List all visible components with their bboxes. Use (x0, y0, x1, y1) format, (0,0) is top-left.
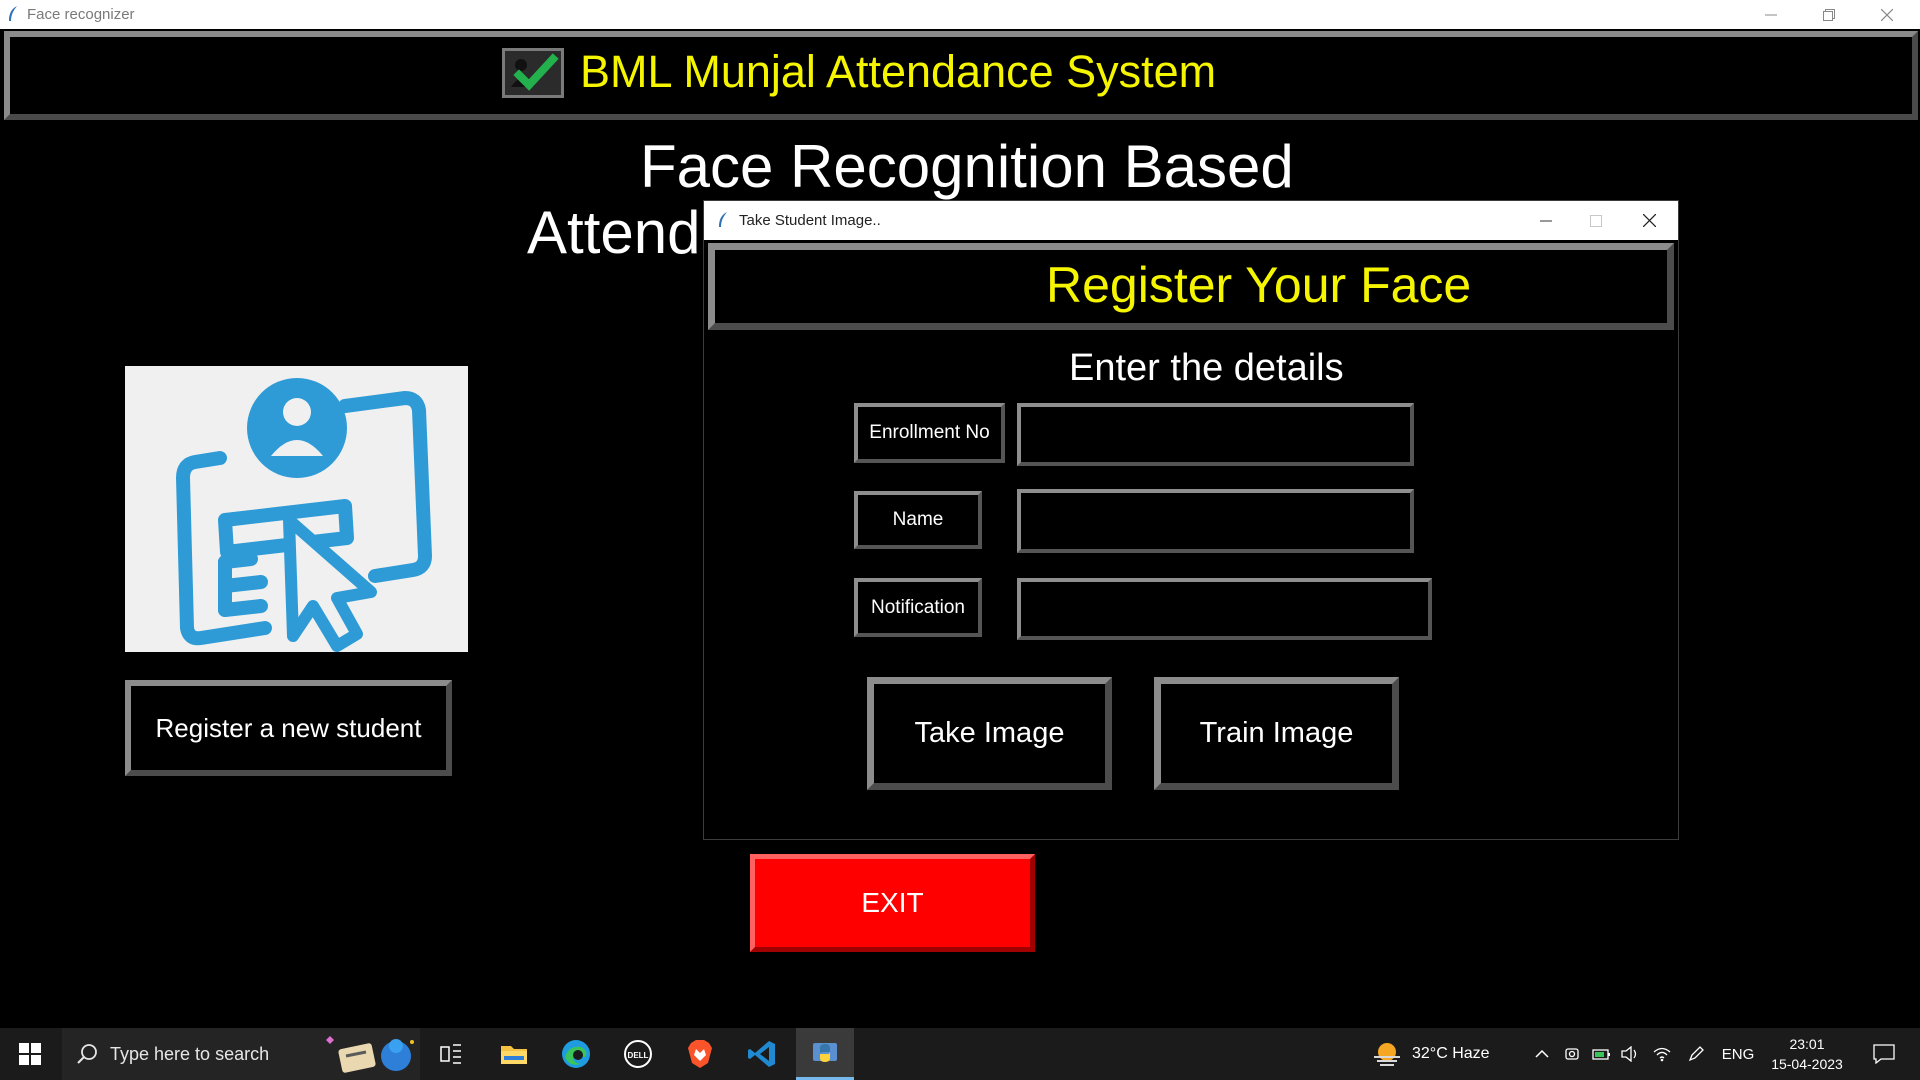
taskbar-edge[interactable] (550, 1028, 602, 1080)
taskbar-dell[interactable]: DELL (612, 1028, 664, 1080)
wifi-icon (1653, 1047, 1671, 1062)
minimize-button[interactable] (1742, 0, 1800, 29)
start-button[interactable] (0, 1028, 60, 1080)
feather-icon (9, 6, 17, 21)
battery-icon (1592, 1049, 1610, 1060)
clock-time: 23:01 (1789, 1036, 1825, 1052)
language-text: ENG (1721, 1045, 1755, 1063)
register-new-student-button[interactable]: Register a new student (125, 680, 452, 776)
show-hidden-icons-button[interactable] (1528, 1028, 1556, 1080)
taskbar-python-app[interactable] (796, 1028, 854, 1080)
taskbar-search-box[interactable]: Type here to search (62, 1028, 420, 1080)
search-placeholder: Type here to search (110, 1043, 270, 1064)
tray-battery[interactable] (1588, 1028, 1616, 1080)
brave-icon (688, 1040, 712, 1068)
haze-weather-icon (1374, 1043, 1400, 1066)
tray-pen[interactable] (1682, 1028, 1710, 1080)
windows-icon (19, 1043, 41, 1065)
search-highlight-icon (326, 1036, 414, 1073)
notification-field[interactable] (1017, 578, 1432, 640)
volume-icon (1621, 1046, 1637, 1062)
weather-text: 32°C Haze (1412, 1045, 1490, 1062)
dialog-header-title: Register Your Face (1046, 257, 1472, 313)
page-title-line1: Face Recognition Based (640, 133, 1294, 200)
train-image-button[interactable]: Train Image (1154, 677, 1399, 790)
folder-icon (501, 1046, 527, 1064)
dialog-minimize-button[interactable] (1521, 201, 1571, 240)
chevron-up-icon (1535, 1050, 1549, 1058)
checkmark-icon (502, 48, 564, 98)
task-view-button[interactable] (425, 1028, 477, 1080)
maximize-icon (1590, 214, 1602, 227)
tray-volume[interactable] (1616, 1028, 1644, 1080)
python-icon (813, 1042, 837, 1062)
enrollment-no-field[interactable] (1017, 403, 1414, 466)
minimize-icon (1540, 220, 1552, 221)
close-icon (1643, 214, 1656, 227)
notification-label: Notification (854, 578, 982, 637)
restore-button[interactable] (1800, 0, 1858, 29)
name-field[interactable] (1017, 489, 1414, 553)
notification-center-button[interactable] (1862, 1028, 1906, 1080)
close-button[interactable] (1858, 0, 1916, 29)
restore-icon (1823, 8, 1835, 21)
svg-text:DELL: DELL (628, 1051, 649, 1060)
dialog-titlebar[interactable]: Take Student Image.. (704, 201, 1678, 240)
feather-icon (719, 212, 727, 227)
taskbar-vscode[interactable] (736, 1028, 788, 1080)
main-window-titlebar[interactable]: Face recognizer (0, 0, 1920, 29)
enrollment-no-label: Enrollment No (854, 403, 1005, 463)
notification-icon (1873, 1044, 1895, 1064)
dialog-close-button[interactable] (1621, 201, 1678, 240)
main-window-title: Face recognizer (27, 6, 135, 23)
tray-network[interactable] (1648, 1028, 1676, 1080)
weather-widget[interactable]: 32°C Haze (1372, 1028, 1512, 1080)
register-student-illustration (125, 366, 468, 652)
taskbar-brave[interactable] (674, 1028, 726, 1080)
language-indicator[interactable]: ENG (1716, 1028, 1760, 1080)
taskbar-file-explorer[interactable] (488, 1028, 540, 1080)
enter-details-heading: Enter the details (1069, 347, 1344, 389)
camera-icon (1565, 1048, 1579, 1060)
taskbar: Type here to search DELL 32°C Haze ENG 2… (0, 1028, 1920, 1080)
clock[interactable]: 23:01 15-04-2023 (1764, 1028, 1850, 1080)
pen-icon (1688, 1046, 1704, 1062)
task-view-icon (440, 1044, 461, 1064)
dell-icon: DELL (624, 1040, 652, 1068)
tray-camera[interactable] (1558, 1028, 1586, 1080)
clock-date: 15-04-2023 (1771, 1056, 1843, 1072)
name-label: Name (854, 491, 982, 549)
close-icon (1881, 8, 1893, 21)
vscode-icon (748, 1041, 775, 1067)
dialog-maximize-button[interactable] (1571, 201, 1621, 240)
dialog-title: Take Student Image.. (739, 212, 881, 229)
take-student-image-dialog: Take Student Image.. Register Your Face … (703, 200, 1679, 840)
edge-icon (562, 1040, 590, 1068)
page-title-line2: Attend (527, 199, 701, 266)
exit-button[interactable]: EXIT (750, 854, 1035, 952)
app-title: BML Munjal Attendance System (580, 46, 1217, 97)
search-icon (77, 1044, 97, 1064)
minimize-icon (1765, 14, 1777, 15)
take-image-button[interactable]: Take Image (867, 677, 1112, 790)
